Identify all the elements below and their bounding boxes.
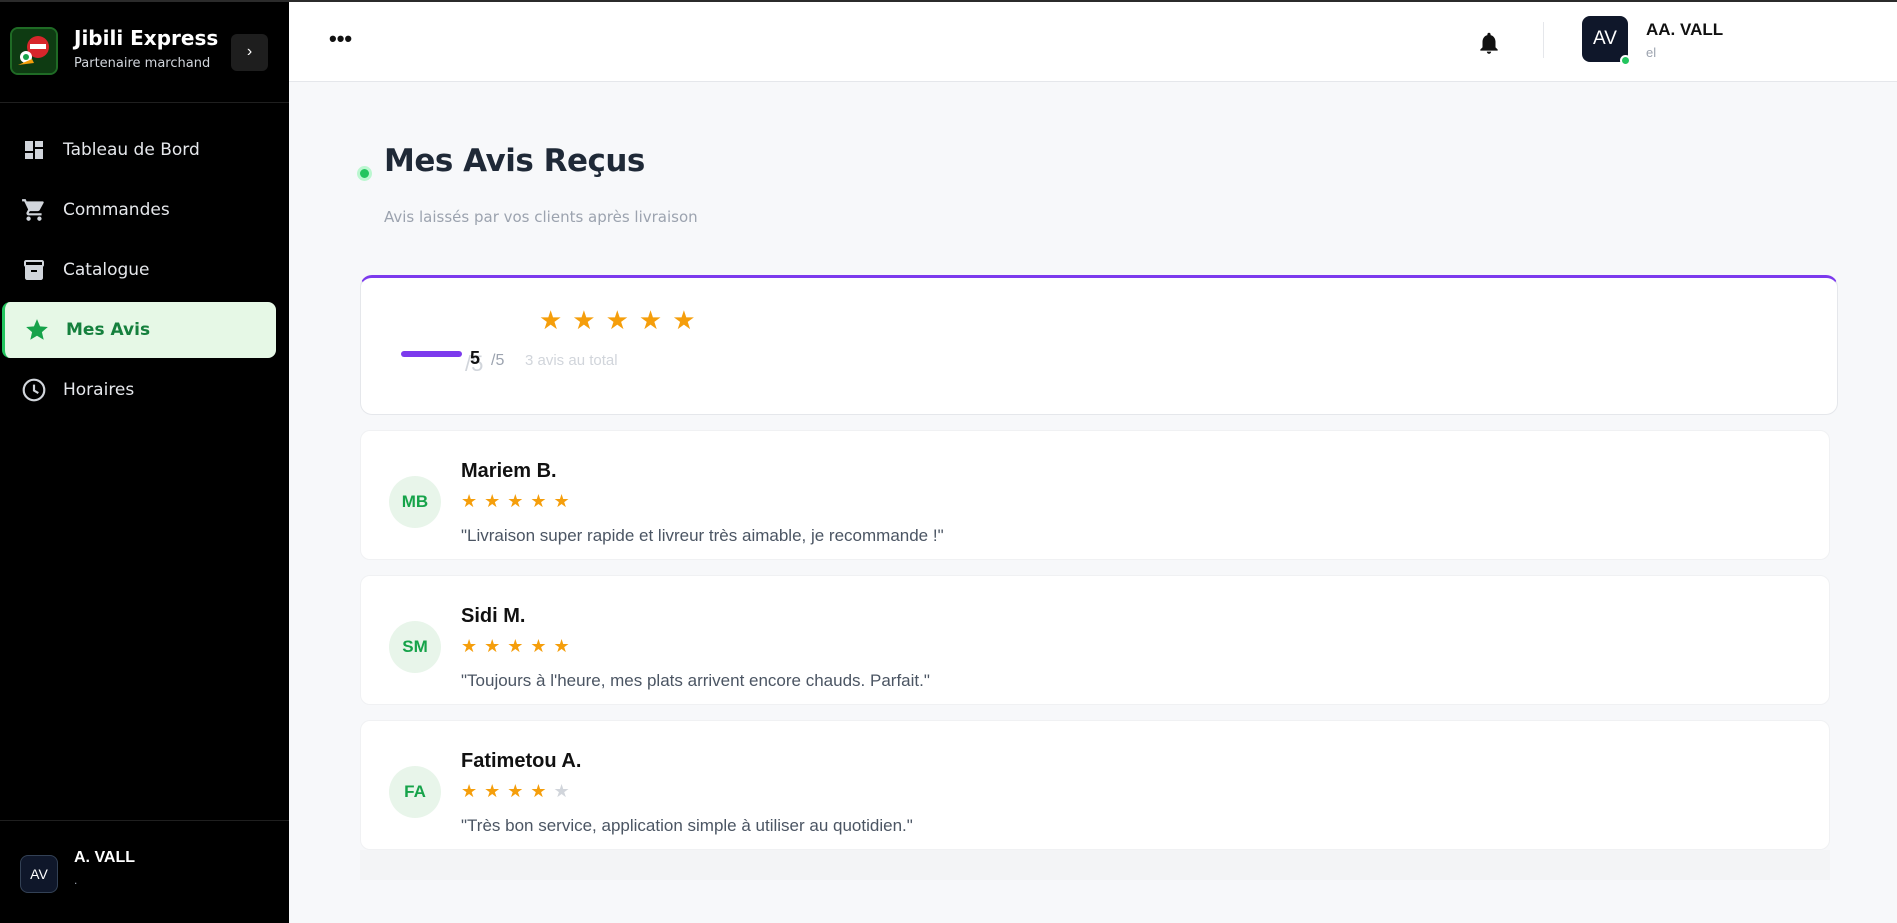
sidebar-item-catalogue[interactable]: Catalogue — [2, 242, 276, 298]
header-user-name[interactable]: AA. VALL — [1646, 20, 1723, 40]
header-divider — [1543, 22, 1544, 58]
star-empty: ★ — [553, 781, 577, 801]
sidebar-item-horaires[interactable]: Horaires — [2, 362, 276, 418]
brand-subtitle: Partenaire marchand — [74, 56, 211, 71]
average-score: 5 — [470, 348, 481, 368]
score-max: /5 — [491, 352, 505, 369]
avatar: MB — [389, 476, 441, 528]
review-text: "Livraison super rapide et livreur très … — [461, 526, 944, 545]
brand-logo[interactable] — [10, 27, 58, 75]
list-footer — [360, 850, 1830, 880]
sidebar-item-label: Commandes — [63, 200, 170, 220]
dashboard-icon — [20, 136, 48, 164]
bell-icon[interactable] — [1476, 30, 1502, 56]
sidebar-collapse-button[interactable]: › — [231, 34, 268, 71]
more-menu-button[interactable]: ••• — [329, 26, 352, 52]
sidebar-item-commandes[interactable]: Commandes — [2, 182, 276, 238]
brand-header: Jibili Express Partenaire marchand › — [0, 2, 289, 103]
avatar: AV — [20, 855, 58, 893]
sidebar-user-name: A. VALL — [74, 849, 136, 866]
reviewer-name: Fatimetou A. — [461, 750, 582, 772]
star-filled: ★★★★★ — [461, 636, 577, 656]
reviewer-name: Mariem B. — [461, 460, 557, 482]
header-user-role: el — [1646, 45, 1657, 60]
review-stars: ★★★★★ — [461, 491, 577, 512]
sidebar-item-label: Mes Avis — [66, 320, 151, 340]
avatar: SM — [389, 621, 441, 673]
review-text: "Très bon service, application simple à … — [461, 816, 913, 835]
review-text: "Toujours à l'heure, mes plats arrivent … — [461, 671, 930, 690]
star-filled: ★★★★ — [461, 781, 554, 801]
review-stars: ★★★★★ — [461, 636, 577, 657]
header-avatar[interactable]: AV — [1582, 16, 1628, 62]
summary-stars: ★★★★★ — [539, 305, 706, 335]
star-filled: ★★★★★ — [461, 491, 577, 511]
title-status-dot — [357, 166, 372, 181]
page-title: Mes Avis Reçus — [384, 143, 645, 179]
sidebar-user-sub: . — [74, 873, 78, 887]
sidebar-user[interactable]: AV A. VALL . — [0, 820, 289, 923]
avatar: FA — [389, 766, 441, 818]
rating-summary-card: /5 5 /5 3 avis au total ★★★★★ — [360, 275, 1838, 415]
archive-icon — [20, 256, 48, 284]
review-card: MB Mariem B. ★★★★★ "Livraison super rapi… — [360, 430, 1830, 560]
summary-accent-bar — [401, 351, 462, 357]
cart-icon — [20, 196, 48, 224]
review-total: 3 avis au total — [525, 352, 618, 369]
brand-title: Jibili Express — [74, 26, 219, 50]
sidebar-item-mes-avis[interactable]: Mes Avis — [2, 302, 276, 358]
sidebar-item-label: Horaires — [63, 380, 135, 400]
review-stars: ★★★★★ — [461, 781, 577, 802]
page-subtitle: Avis laissés par vos clients après livra… — [384, 208, 698, 226]
sidebar: Jibili Express Partenaire marchand › Tab… — [0, 2, 289, 923]
reviewer-name: Sidi M. — [461, 605, 526, 627]
review-card: SM Sidi M. ★★★★★ "Toujours à l'heure, me… — [360, 575, 1830, 705]
sidebar-item-tableau-de-bord[interactable]: Tableau de Bord — [2, 122, 276, 178]
review-card: FA Fatimetou A. ★★★★★ "Très bon service,… — [360, 720, 1830, 850]
sidebar-item-label: Catalogue — [63, 260, 150, 280]
top-header: ••• AV AA. VALL el — [289, 2, 1897, 82]
sidebar-nav: Tableau de Bord Commandes Catalogue Mes … — [0, 122, 289, 422]
clock-icon — [20, 376, 48, 404]
sidebar-item-label: Tableau de Bord — [63, 140, 200, 160]
star-icon — [23, 316, 51, 344]
online-status-dot — [1620, 55, 1631, 66]
